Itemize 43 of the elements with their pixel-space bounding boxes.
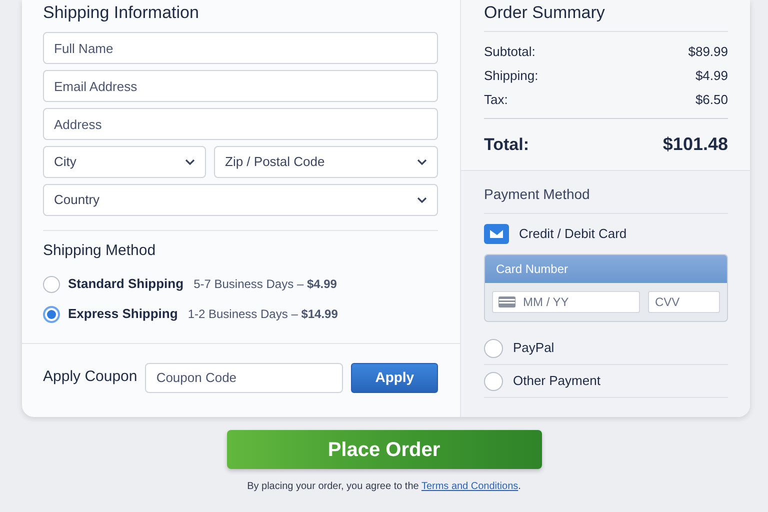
place-order-button[interactable]: Place Order	[226, 430, 542, 469]
summary-label: Subtotal:	[484, 43, 536, 62]
summary-value: $6.50	[695, 91, 728, 110]
terms-link[interactable]: Terms and Conditions	[421, 481, 518, 492]
input-field[interactable]: Email Address	[43, 70, 438, 102]
total-label: Total:	[484, 134, 530, 156]
dropdown-field[interactable]: City	[43, 146, 206, 178]
chevron-icon	[185, 159, 195, 165]
radio-button[interactable]	[43, 276, 60, 292]
payment-option-label[interactable]: Other Payment	[513, 371, 600, 391]
card-number-header: Card Number	[485, 255, 727, 283]
card-icon	[498, 296, 516, 308]
summary-label: Tax:	[484, 91, 508, 110]
summary-value: $4.99	[695, 67, 728, 86]
section-title: Shipping Method	[43, 243, 157, 261]
summary-value: $89.99	[688, 43, 728, 62]
expiry-field[interactable]: MM / YY	[492, 291, 640, 313]
envelope-icon[interactable]	[484, 224, 509, 244]
section-title: Shipping Information	[43, 2, 200, 24]
input-field[interactable]: Full Name	[43, 32, 438, 64]
section-title: Order Summary	[484, 0, 728, 32]
input-field[interactable]: Address	[43, 108, 438, 140]
option-label[interactable]: Express Shipping	[68, 304, 178, 324]
apply-button[interactable]: Apply	[351, 362, 438, 392]
radio-button[interactable]	[43, 306, 60, 322]
chevron-icon	[417, 197, 427, 203]
radio-button[interactable]	[484, 372, 503, 390]
coupon-field[interactable]: Coupon Code	[145, 362, 344, 392]
agreement-text: By placing your order, you agree to the Terms and Conditions.	[247, 480, 521, 494]
summary-label: Shipping:	[484, 67, 538, 86]
option-detail: 5-7 Business Days – $4.99	[194, 276, 337, 293]
option-detail: 1-2 Business Days – $14.99	[188, 306, 338, 323]
payment-option-label[interactable]: Credit / Debit Card	[519, 224, 627, 244]
total-value: $101.48	[662, 133, 728, 156]
dropdown-field[interactable]: Zip / Postal Code	[214, 146, 438, 178]
cvv-field[interactable]: CVV	[648, 291, 720, 313]
option-label[interactable]: Standard Shipping	[68, 274, 184, 294]
section-title: Payment Method	[484, 171, 728, 214]
coupon-label: Apply Coupon	[43, 367, 138, 388]
radio-button[interactable]	[484, 338, 503, 358]
payment-option-label[interactable]: PayPal	[513, 338, 554, 358]
chevron-icon	[417, 159, 427, 165]
dropdown-field[interactable]: Country	[43, 184, 438, 216]
